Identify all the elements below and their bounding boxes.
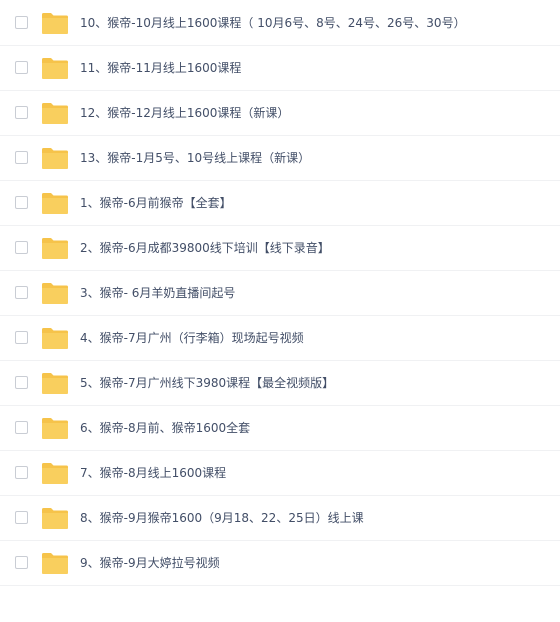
file-row[interactable]: 11、猴帝-11月线上1600课程 — [0, 46, 560, 91]
file-name[interactable]: 11、猴帝-11月线上1600课程 — [80, 60, 241, 76]
row-checkbox[interactable] — [15, 151, 28, 164]
folder-icon — [41, 326, 69, 350]
file-row[interactable]: 4、猴帝-7月广州（行李箱）现场起号视频 — [0, 316, 560, 361]
file-name[interactable]: 5、猴帝-7月广州线下3980课程【最全视频版】 — [80, 375, 334, 391]
folder-icon — [41, 101, 69, 125]
folder-icon — [41, 146, 69, 170]
row-checkbox[interactable] — [15, 196, 28, 209]
row-checkbox[interactable] — [15, 376, 28, 389]
file-row[interactable]: 2、猴帝-6月成都39800线下培训【线下录音】 — [0, 226, 560, 271]
row-checkbox[interactable] — [15, 286, 28, 299]
folder-icon — [41, 506, 69, 530]
folder-icon — [41, 416, 69, 440]
row-checkbox[interactable] — [15, 15, 28, 29]
file-row[interactable]: 7、猴帝-8月线上1600课程 — [0, 451, 560, 496]
file-row[interactable]: 1、猴帝-6月前猴帝【全套】 — [0, 181, 560, 226]
file-name[interactable]: 6、猴帝-8月前、猴帝1600全套 — [80, 420, 250, 436]
row-checkbox[interactable] — [15, 241, 28, 254]
file-name[interactable]: 2、猴帝-6月成都39800线下培训【线下录音】 — [80, 240, 330, 256]
file-row[interactable]: 10、猴帝-10月线上1600课程（ 10月6号、8号、24号、26号、30号） — [0, 0, 560, 46]
file-name[interactable]: 9、猴帝-9月大婷拉号视频 — [80, 555, 220, 571]
row-checkbox[interactable] — [15, 421, 28, 434]
folder-icon — [41, 11, 69, 35]
file-name[interactable]: 10、猴帝-10月线上1600课程（ 10月6号、8号、24号、26号、30号） — [80, 15, 466, 31]
file-row[interactable]: 3、猴帝- 6月羊奶直播间起号 — [0, 271, 560, 316]
row-checkbox[interactable] — [15, 511, 28, 524]
file-row[interactable]: 5、猴帝-7月广州线下3980课程【最全视频版】 — [0, 361, 560, 406]
folder-icon — [41, 461, 69, 485]
file-row[interactable]: 12、猴帝-12月线上1600课程（新课） — [0, 91, 560, 136]
row-checkbox[interactable] — [15, 556, 28, 569]
file-name[interactable]: 3、猴帝- 6月羊奶直播间起号 — [80, 285, 235, 301]
folder-icon — [41, 191, 69, 215]
folder-icon — [41, 56, 69, 80]
file-name[interactable]: 8、猴帝-9月猴帝1600（9月18、22、25日）线上课 — [80, 510, 364, 526]
file-name[interactable]: 7、猴帝-8月线上1600课程 — [80, 465, 226, 481]
folder-icon — [41, 236, 69, 260]
row-checkbox[interactable] — [15, 331, 28, 344]
folder-icon — [41, 281, 69, 305]
row-checkbox[interactable] — [15, 466, 28, 479]
file-row[interactable]: 13、猴帝-1月5号、10号线上课程（新课） — [0, 136, 560, 181]
file-name[interactable]: 12、猴帝-12月线上1600课程（新课） — [80, 105, 289, 121]
row-checkbox[interactable] — [15, 106, 28, 119]
row-checkbox[interactable] — [15, 61, 28, 74]
file-name[interactable]: 1、猴帝-6月前猴帝【全套】 — [80, 195, 232, 211]
folder-icon — [41, 371, 69, 395]
folder-icon — [41, 551, 69, 575]
file-name[interactable]: 13、猴帝-1月5号、10号线上课程（新课） — [80, 150, 310, 166]
file-name[interactable]: 4、猴帝-7月广州（行李箱）现场起号视频 — [80, 330, 304, 346]
file-row[interactable]: 9、猴帝-9月大婷拉号视频 — [0, 541, 560, 586]
file-list: 10、猴帝-10月线上1600课程（ 10月6号、8号、24号、26号、30号）… — [0, 0, 560, 586]
file-row[interactable]: 8、猴帝-9月猴帝1600（9月18、22、25日）线上课 — [0, 496, 560, 541]
file-row[interactable]: 6、猴帝-8月前、猴帝1600全套 — [0, 406, 560, 451]
